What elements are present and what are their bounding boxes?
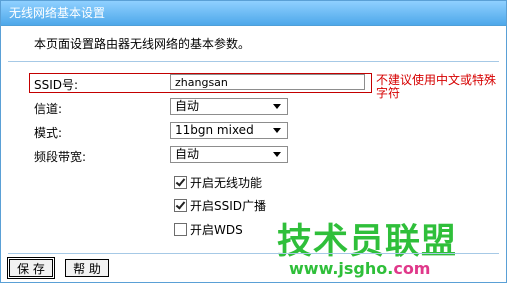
channel-select[interactable]: 自动 (170, 98, 288, 115)
ssid-warning: 不建议使用中文或特殊字符 (376, 73, 497, 100)
bottom-divider (8, 253, 499, 254)
top-divider (8, 61, 499, 62)
help-button[interactable]: 帮 助 (65, 259, 109, 277)
channel-value: 自动 (175, 99, 200, 113)
watermark-logo: 技术员联盟 (277, 222, 458, 262)
enable-wireless-row[interactable]: 开启无线功能 (174, 175, 263, 190)
mode-value: 11bgn mixed (175, 123, 254, 137)
bandwidth-label: 频段带宽: (34, 150, 87, 164)
enable-wireless-checkbox[interactable] (174, 175, 187, 189)
save-button[interactable]: 保 存 (7, 257, 55, 279)
mode-select[interactable]: 11bgn mixed (170, 122, 288, 139)
bandwidth-select[interactable]: 自动 (170, 146, 288, 163)
enable-wds-label: 开启WDS (190, 222, 243, 237)
enable-ssid-broadcast-label: 开启SSID广播 (190, 198, 267, 213)
chevron-down-icon (273, 128, 281, 133)
ssid-label: SSID号: (34, 78, 79, 92)
channel-label: 信道: (34, 102, 63, 116)
enable-ssid-broadcast-checkbox[interactable] (174, 198, 187, 212)
enable-wds-row[interactable]: 开启WDS (174, 222, 243, 237)
enable-wireless-label: 开启无线功能 (190, 175, 263, 190)
watermark-url-tld: com (393, 259, 431, 278)
chevron-down-icon (273, 152, 281, 157)
ssid-input[interactable]: zhangsan (170, 74, 365, 90)
settings-panel: 无线网络基本设置 本页面设置路由器无线网络的基本参数。 SSID号: zhang… (0, 0, 507, 283)
enable-wds-checkbox[interactable] (174, 222, 187, 236)
intro-text: 本页面设置路由器无线网络的基本参数。 (34, 37, 251, 51)
mode-label: 模式: (34, 126, 63, 140)
bandwidth-value: 自动 (175, 147, 200, 161)
watermark-url-main: www.jsgho. (289, 259, 394, 278)
watermark-url: www.jsgho.com (289, 259, 430, 278)
enable-ssid-broadcast-row[interactable]: 开启SSID广播 (174, 198, 267, 213)
panel-title: 无线网络基本设置 (1, 1, 506, 26)
chevron-down-icon (273, 104, 281, 109)
